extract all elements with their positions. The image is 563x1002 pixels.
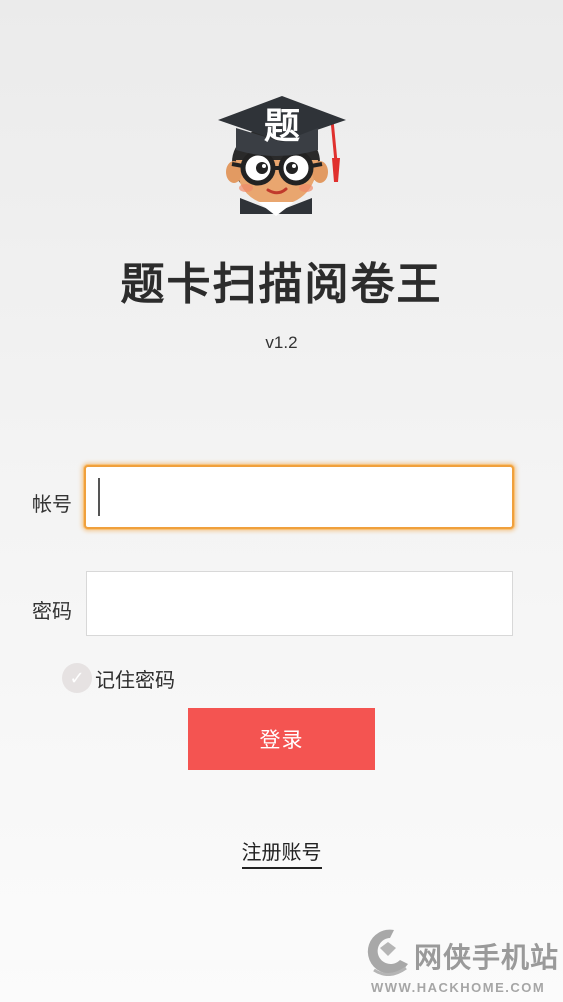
login-button[interactable]: 登录: [188, 708, 375, 770]
remember-password-label: 记住密码: [95, 667, 175, 692]
student-mascot-icon: 题: [218, 96, 346, 216]
account-input[interactable]: [84, 465, 514, 529]
register-link-container: 注册账号: [0, 836, 563, 869]
password-input[interactable]: [86, 571, 513, 636]
password-label: 密码: [32, 599, 72, 623]
account-label: 帐号: [32, 492, 72, 516]
checkmark-icon: ✓: [69, 667, 85, 689]
watermark-url: WWW.HACKHOME.COM: [371, 980, 546, 995]
hackhome-logo-icon: [367, 929, 408, 976]
remember-password-toggle[interactable]: ✓ 记住密码: [62, 662, 175, 694]
logo-glyph: 题: [264, 106, 300, 147]
watermark-text: 网侠手机站: [414, 941, 560, 974]
text-caret: [98, 478, 100, 516]
app-version: v1.2: [265, 333, 298, 352]
app-title: 题卡扫描阅卷王: [120, 259, 443, 310]
app-logo: 题: [214, 90, 350, 220]
register-link[interactable]: 注册账号: [241, 840, 322, 869]
remember-checkbox[interactable]: ✓: [62, 663, 92, 693]
